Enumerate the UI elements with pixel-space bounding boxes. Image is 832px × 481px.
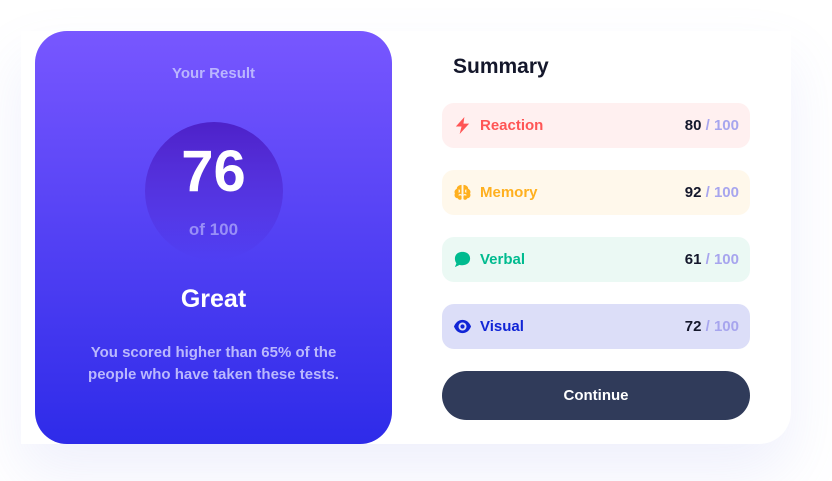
summary-item-label: Memory bbox=[480, 184, 538, 201]
summary-panel: Summary Reaction 80 / 100 Memory 92 / 10… bbox=[442, 55, 750, 420]
continue-button[interactable]: Continue bbox=[442, 371, 750, 420]
brain-icon bbox=[453, 183, 472, 202]
summary-item-score: 92 / 100 bbox=[684, 184, 739, 201]
summary-item-label: Verbal bbox=[480, 251, 526, 268]
chat-bubble-icon bbox=[453, 250, 472, 269]
grade-label: Great bbox=[180, 285, 247, 313]
score-value: 76 bbox=[181, 139, 246, 204]
score-out-of: of 100 bbox=[188, 220, 239, 239]
summary-item-memory: Memory 92 / 100 bbox=[442, 170, 750, 215]
result-title: Your Result bbox=[171, 65, 256, 82]
summary-item-reaction: Reaction 80 / 100 bbox=[442, 103, 750, 148]
summary-item-score: 72 / 100 bbox=[684, 318, 739, 335]
summary-item-score: 80 / 100 bbox=[684, 117, 739, 134]
result-panel: Your Result 76 of 100 Great You scored h… bbox=[35, 31, 392, 444]
result-description: You scored higher than 65% of the people… bbox=[88, 344, 339, 383]
summary-item-label: Reaction bbox=[480, 117, 544, 134]
summary-item-verbal: Verbal 61 / 100 bbox=[442, 237, 750, 282]
summary-item-label: Visual bbox=[480, 318, 524, 335]
summary-item-score: 61 / 100 bbox=[684, 251, 739, 268]
lightning-icon bbox=[453, 116, 472, 135]
summary-title: Summary bbox=[453, 55, 549, 78]
summary-item-visual: Visual 72 / 100 bbox=[442, 304, 750, 349]
eye-icon bbox=[453, 317, 472, 336]
